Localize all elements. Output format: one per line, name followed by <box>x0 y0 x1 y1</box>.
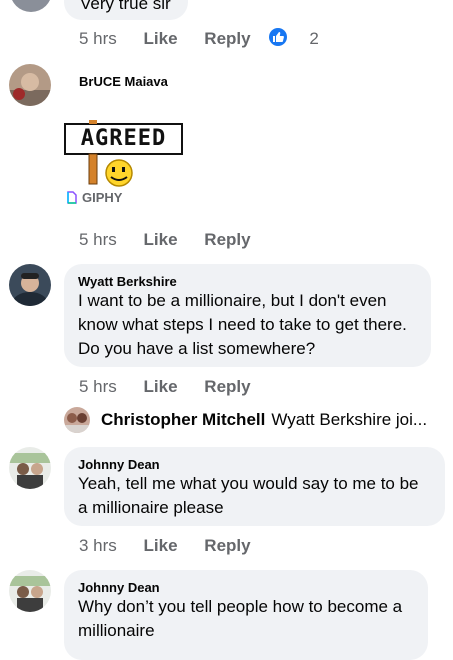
comment-time[interactable]: 3 hrs <box>79 536 117 555</box>
comment-text: Very true sir <box>80 0 171 13</box>
like-button[interactable]: Like <box>144 29 178 48</box>
reaction-count[interactable]: 2 <box>269 28 340 48</box>
comment-text-line: know what steps I need to take to get th… <box>78 315 407 334</box>
comment-actions: 5 hrs Like Reply <box>79 377 273 397</box>
comment-bubble: Johnny Dean Yeah, tell me what you would… <box>64 447 445 526</box>
comment-text-line: Why don’t you tell people how to become … <box>78 597 403 616</box>
like-button[interactable]: Like <box>144 377 178 396</box>
reply-preview[interactable]: Christopher Mitchell Wyatt Berkshire joi.… <box>101 410 427 430</box>
giphy-attribution[interactable]: GIPHY <box>67 190 122 205</box>
avatar[interactable] <box>9 64 51 106</box>
reply-button[interactable]: Reply <box>204 536 250 555</box>
gif-attachment[interactable]: AGREED <box>64 116 184 188</box>
avatar[interactable] <box>9 447 51 489</box>
giphy-icon <box>67 191 77 204</box>
reply-button[interactable]: Reply <box>204 230 250 249</box>
comment-text-line: a millionaire please <box>78 498 224 517</box>
comment-time[interactable]: 5 hrs <box>79 230 117 249</box>
comment-time[interactable]: 5 hrs <box>79 29 117 48</box>
comment-time[interactable]: 5 hrs <box>79 377 117 396</box>
comment-text-line: Do you have a list somewhere? <box>78 339 316 358</box>
reply-avatar[interactable] <box>64 407 90 433</box>
like-button[interactable]: Like <box>144 230 178 249</box>
reply-preview-text: Wyatt Berkshire joi... <box>271 410 428 429</box>
reply-button[interactable]: Reply <box>204 377 250 396</box>
comment-actions: 3 hrs Like Reply <box>79 536 273 556</box>
comment-text-line: Yeah, tell me what you would say to me t… <box>78 474 419 493</box>
comment-author[interactable]: Johnny Dean <box>78 580 160 595</box>
comment-author[interactable]: Wyatt Berkshire <box>78 274 177 289</box>
comment-actions: 5 hrs Like Reply <box>79 230 273 250</box>
comment-text-line: I want to be a millionaire, but I don't … <box>78 291 387 310</box>
comment-bubble: Johnny Dean Why don’t you tell people ho… <box>64 570 428 660</box>
comment-bubble: Very true sir <box>64 0 188 20</box>
avatar[interactable] <box>10 0 52 12</box>
gif-sign-text: AGREED <box>80 126 167 151</box>
comment-actions: 5 hrs Like Reply 2 <box>79 28 341 49</box>
comment-author[interactable]: BrUCE Maiava <box>79 74 168 89</box>
reaction-count-label: 2 <box>309 29 319 48</box>
avatar[interactable] <box>9 264 51 306</box>
thumbs-up-icon <box>269 28 288 46</box>
giphy-label: GIPHY <box>82 190 123 205</box>
comment-text-line: millionaire <box>78 621 155 640</box>
comment-bubble: Wyatt Berkshire I want to be a millionai… <box>64 264 431 367</box>
reply-button[interactable]: Reply <box>204 29 250 48</box>
avatar[interactable] <box>9 570 51 612</box>
reply-author[interactable]: Christopher Mitchell <box>101 410 265 429</box>
like-button[interactable]: Like <box>144 536 178 555</box>
comment-author[interactable]: Johnny Dean <box>78 457 160 472</box>
